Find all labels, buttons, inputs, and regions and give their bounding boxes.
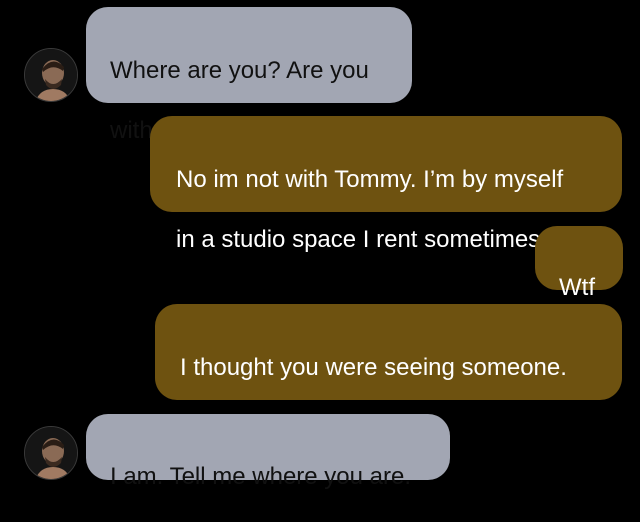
message-text-line: I am. Tell me where you are. xyxy=(110,463,412,490)
person-portrait-icon xyxy=(25,49,77,101)
message-text-line: in a studio space I rent sometimes xyxy=(176,226,541,253)
message-text-line: I thought you were seeing someone. xyxy=(180,354,567,381)
outgoing-message-bubble[interactable]: Wtf xyxy=(535,226,623,301)
outgoing-message-bubble[interactable]: No im not with Tommy. I’m by myself in a… xyxy=(150,116,622,253)
contact-avatar-icon[interactable] xyxy=(24,426,78,480)
message-text-line: Where are you? Are you xyxy=(110,57,369,84)
contact-avatar-icon[interactable] xyxy=(24,48,78,102)
message-thread: Where are you? Are you with Tommy? No im… xyxy=(0,0,640,500)
incoming-message-bubble[interactable]: I am. Tell me where you are. xyxy=(86,414,450,490)
message-text-line: Wtf xyxy=(559,274,595,301)
message-text-line: No im not with Tommy. I’m by myself xyxy=(176,166,564,193)
incoming-message-bubble[interactable]: Where are you? Are you with Tommy? xyxy=(86,7,412,144)
outgoing-message-bubble[interactable]: I thought you were seeing someone. What … xyxy=(155,304,622,441)
person-portrait-icon xyxy=(25,427,77,479)
